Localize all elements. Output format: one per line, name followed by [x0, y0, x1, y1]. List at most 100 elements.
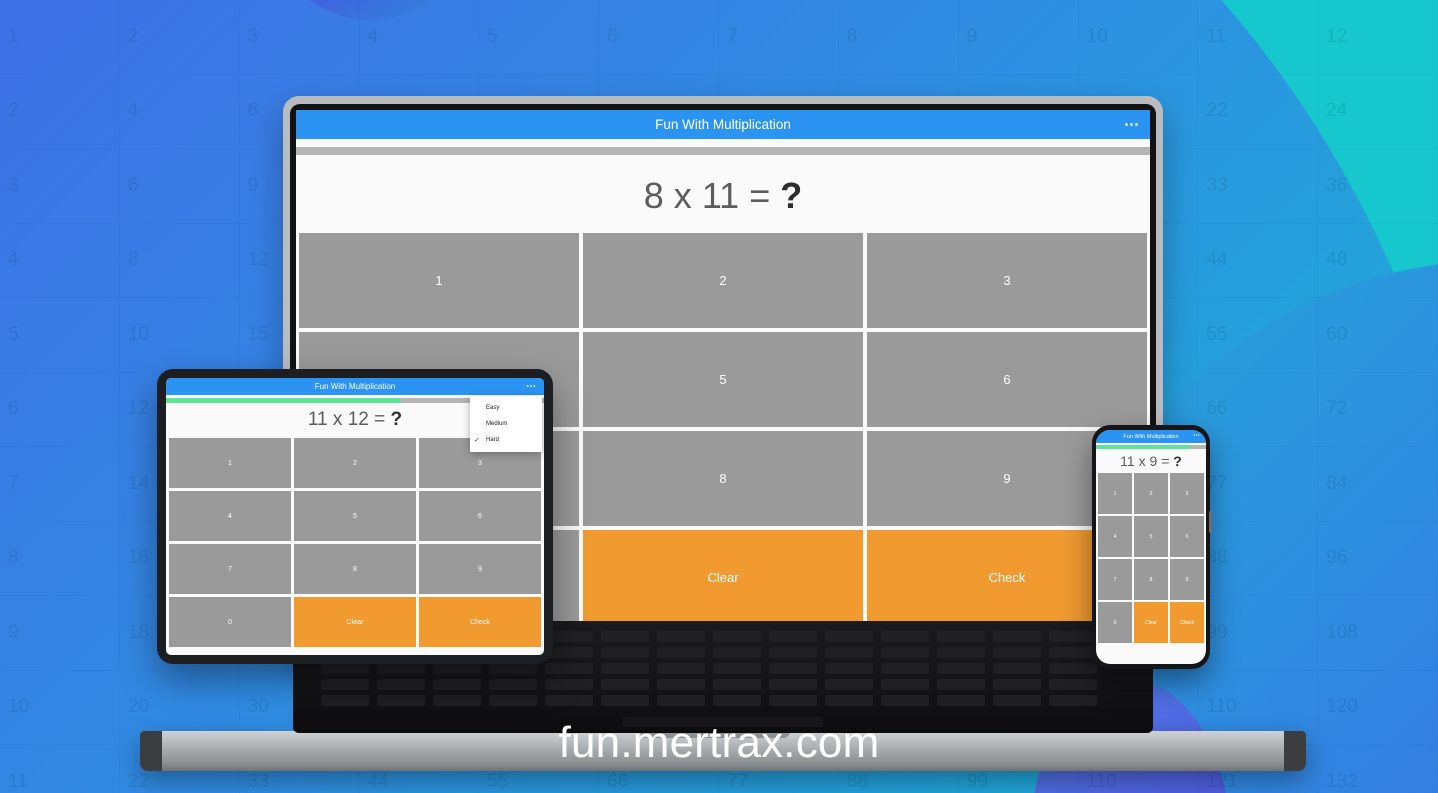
- difficulty-option-medium[interactable]: Medium: [470, 416, 542, 432]
- difficulty-option-label: Easy: [486, 405, 500, 411]
- laptop-physical-key: [377, 695, 425, 706]
- laptop-physical-key: [881, 695, 929, 706]
- laptop-physical-key: [825, 647, 873, 658]
- keypad-key-8[interactable]: 8: [583, 431, 863, 526]
- keypad-key-0[interactable]: 0: [169, 597, 291, 647]
- laptop-physical-key: [601, 679, 649, 690]
- laptop-physical-key: [769, 679, 817, 690]
- keypad-key-0[interactable]: 0: [1098, 602, 1132, 643]
- keypad-key-8[interactable]: 8: [1134, 559, 1168, 600]
- laptop-physical-key: [657, 647, 705, 658]
- keypad-key-4[interactable]: 4: [1098, 516, 1132, 557]
- laptop-physical-key: [713, 663, 761, 674]
- difficulty-option-easy[interactable]: Easy: [470, 400, 542, 416]
- laptop-physical-key: [657, 663, 705, 674]
- laptop-physical-key: [601, 647, 649, 658]
- keypad-key-3[interactable]: 3: [867, 233, 1147, 328]
- keypad-key-8[interactable]: 8: [294, 544, 416, 594]
- laptop-physical-key: [1049, 663, 1097, 674]
- equation-answer-placeholder: ?: [1173, 453, 1182, 469]
- keypad-key-clear[interactable]: Clear: [294, 597, 416, 647]
- laptop-physical-key: [937, 663, 985, 674]
- laptop-physical-key: [489, 663, 537, 674]
- keypad-key-5[interactable]: 5: [294, 491, 416, 541]
- equation-equals-sign: =: [374, 409, 386, 430]
- check-icon: ✓: [474, 437, 480, 444]
- laptop-physical-key: [769, 647, 817, 658]
- laptop-physical-key: [713, 679, 761, 690]
- laptop-physical-key: [713, 695, 761, 706]
- keypad-key-2[interactable]: 2: [583, 233, 863, 328]
- laptop-physical-key: [937, 679, 985, 690]
- equation-operand-left: 8: [643, 175, 664, 216]
- laptop-physical-key: [769, 695, 817, 706]
- keypad-key-9[interactable]: 9: [1170, 559, 1204, 600]
- keypad-key-9[interactable]: 9: [419, 544, 541, 594]
- keypad-key-clear[interactable]: Clear: [1134, 602, 1168, 643]
- keypad-key-1[interactable]: 1: [1098, 473, 1132, 514]
- tablet-keypad: 1 2 3 4 5 6 7 8 9 0 Clear Check: [166, 438, 544, 650]
- laptop-physical-key: [545, 663, 593, 674]
- laptop-equation: 8 x 11 = ?: [296, 155, 1150, 233]
- difficulty-dropdown-menu[interactable]: Easy Medium ✓ Hard: [470, 396, 542, 452]
- laptop-physical-key: [993, 679, 1041, 690]
- keypad-key-7[interactable]: 7: [169, 544, 291, 594]
- laptop-physical-key: [545, 679, 593, 690]
- equation-operand-right: 12: [347, 409, 369, 430]
- laptop-physical-key: [993, 631, 1041, 642]
- keypad-key-clear[interactable]: Clear: [583, 530, 863, 625]
- equation-operator: x: [1138, 453, 1146, 469]
- phone-equation: 11 x 9 = ?: [1096, 449, 1206, 473]
- keypad-key-check[interactable]: Check: [1170, 602, 1204, 643]
- laptop-physical-key: [321, 695, 369, 706]
- laptop-physical-key: [601, 695, 649, 706]
- laptop-physical-key: [321, 663, 369, 674]
- keypad-key-6[interactable]: 6: [867, 332, 1147, 427]
- laptop-physical-key: [489, 695, 537, 706]
- equation-operator: x: [332, 409, 343, 430]
- tablet-app-title: Fun With Multiplication: [314, 382, 396, 391]
- laptop-physical-key: [713, 631, 761, 642]
- overflow-menu-icon[interactable]: ⋯: [1124, 117, 1140, 132]
- laptop-physical-key: [433, 679, 481, 690]
- difficulty-option-label: Medium: [486, 421, 508, 427]
- laptop-physical-key: [881, 647, 929, 658]
- keypad-key-7[interactable]: 7: [1098, 559, 1132, 600]
- laptop-physical-key: [937, 695, 985, 706]
- keypad-key-5[interactable]: 5: [583, 332, 863, 427]
- keypad-key-2[interactable]: 2: [294, 438, 416, 488]
- equation-operand-left: 11: [307, 409, 328, 430]
- laptop-physical-key: [433, 695, 481, 706]
- difficulty-option-label: Hard: [486, 437, 500, 443]
- keypad-key-4[interactable]: 4: [169, 491, 291, 541]
- laptop-physical-key: [545, 695, 593, 706]
- keypad-key-1[interactable]: 1: [169, 438, 291, 488]
- keypad-key-3[interactable]: 3: [1170, 473, 1204, 514]
- keypad-key-6[interactable]: 6: [1170, 516, 1204, 557]
- overflow-menu-icon[interactable]: ⋯: [526, 381, 537, 391]
- laptop-physical-key: [601, 663, 649, 674]
- laptop-physical-key: [489, 679, 537, 690]
- difficulty-option-hard[interactable]: ✓ Hard: [470, 432, 542, 448]
- keypad-key-check[interactable]: Check: [419, 597, 541, 647]
- laptop-physical-key: [433, 663, 481, 674]
- overflow-menu-icon[interactable]: ⋯: [1193, 432, 1201, 439]
- laptop-physical-key: [1049, 695, 1097, 706]
- tablet-app: Fun With Multiplication ⋯ 11 x 12 = ? 12…: [166, 378, 544, 650]
- keypad-key-5[interactable]: 5: [1134, 516, 1168, 557]
- laptop-physical-key: [377, 679, 425, 690]
- site-url: fun.mertrax.com: [558, 718, 880, 767]
- phone-app: Fun With Multiplication ⋯ 11 x 9 = ? 123…: [1096, 430, 1206, 645]
- keypad-key-1[interactable]: 1: [299, 233, 579, 328]
- laptop-physical-key: [937, 647, 985, 658]
- keypad-key-2[interactable]: 2: [1134, 473, 1168, 514]
- equation-operand-right: 11: [701, 175, 740, 216]
- equation-operand-right: 9: [1149, 453, 1158, 469]
- equation-equals-sign: =: [1161, 453, 1170, 469]
- laptop-physical-key: [377, 663, 425, 674]
- laptop-physical-key: [1049, 631, 1097, 642]
- phone-app-title-bar: Fun With Multiplication ⋯: [1096, 430, 1206, 443]
- laptop-physical-key: [881, 663, 929, 674]
- keypad-key-6[interactable]: 6: [419, 491, 541, 541]
- laptop-physical-key: [769, 663, 817, 674]
